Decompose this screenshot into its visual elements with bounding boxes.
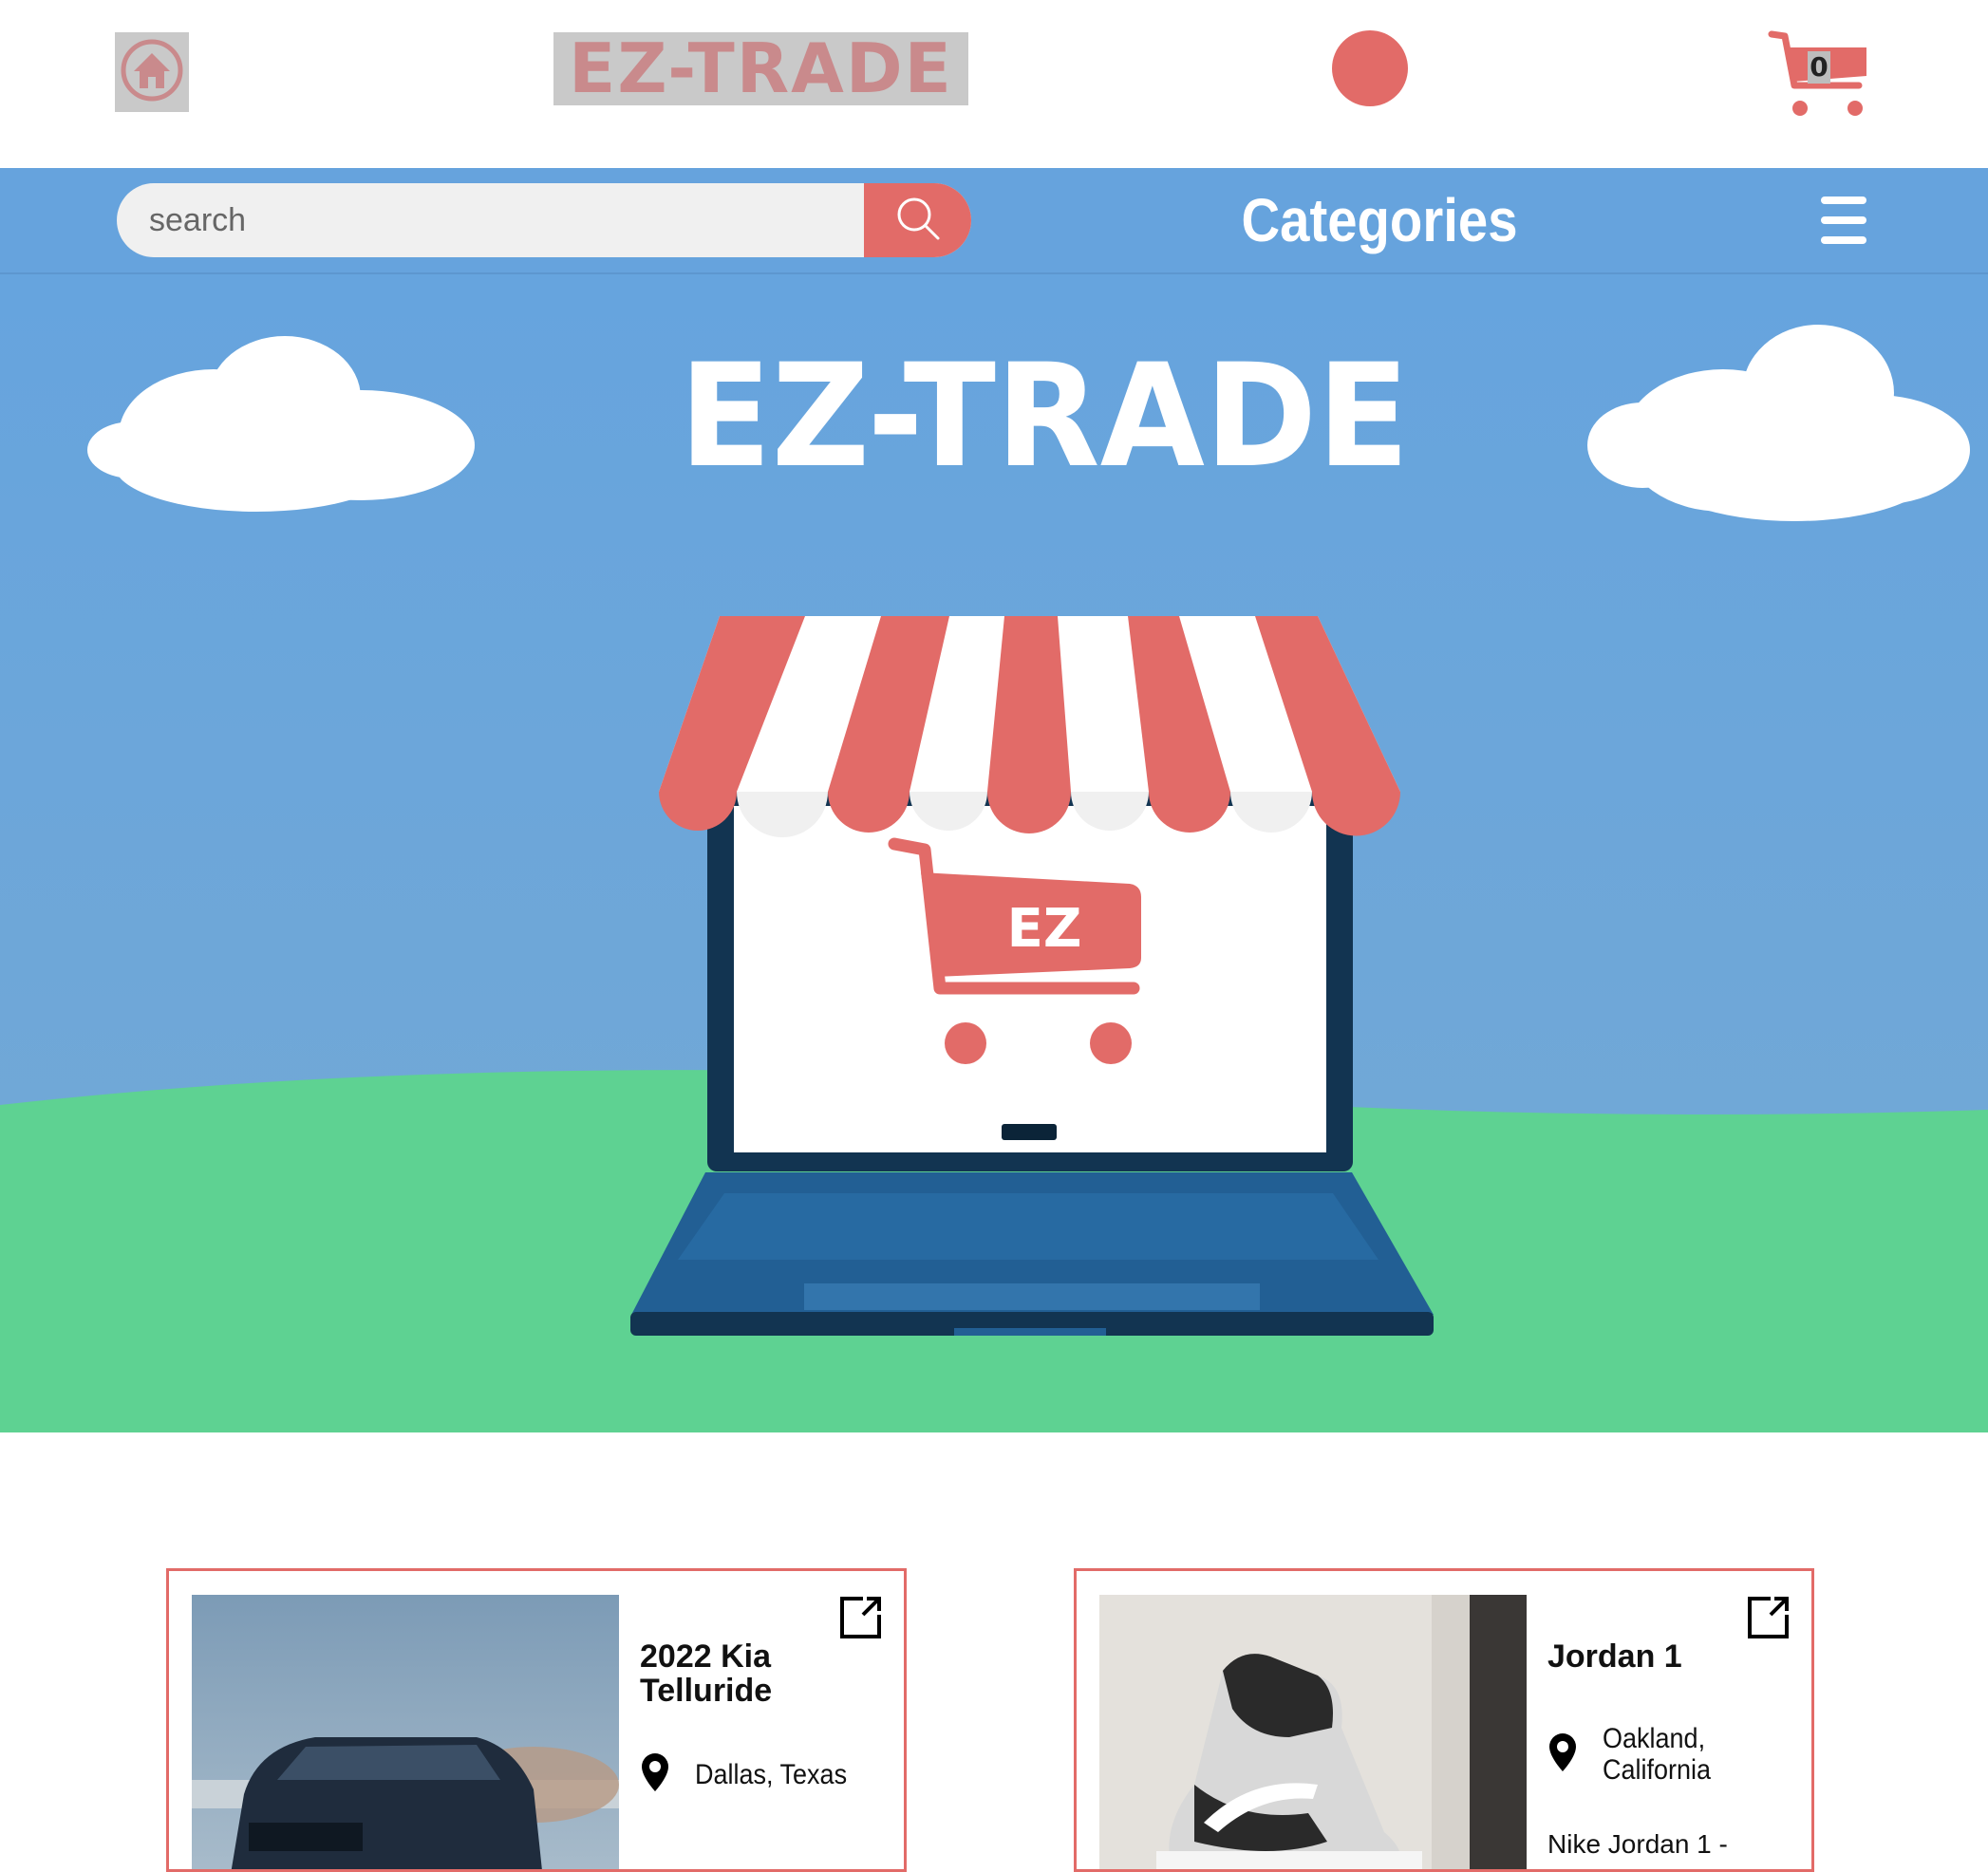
profile-avatar[interactable] [1332, 30, 1408, 106]
search-input[interactable] [117, 183, 867, 257]
categories-link[interactable]: Categories [1210, 187, 1548, 253]
hamburger-menu-icon-bar [1821, 216, 1866, 224]
hamburger-menu-icon-bar [1821, 236, 1866, 244]
hero-logo: EZ-TRADE [617, 346, 1472, 488]
open-listing-button[interactable] [1746, 1596, 1790, 1639]
listing-title[interactable]: Jordan 1 [1547, 1639, 1737, 1674]
hero-banner: EZ-TRADE EZ [0, 274, 1988, 1432]
hamburger-menu-icon [1821, 197, 1866, 204]
listing-location-text: Dallas, Texas [695, 1759, 848, 1790]
nav-bar: Categories [0, 168, 1988, 274]
open-external-icon [838, 1597, 882, 1643]
listing-location: Oakland, California [1547, 1723, 1745, 1786]
listing-image-sneaker[interactable] [1099, 1595, 1527, 1869]
listing-location-text: Oakland, California [1603, 1723, 1712, 1786]
listing-card[interactable]: 2022 Kia Telluride Dallas, Texas [166, 1568, 907, 1872]
listing-card[interactable]: Jordan 1 Oakland, California Nike Jordan… [1074, 1568, 1814, 1872]
site-logo[interactable]: EZ-TRADE [553, 32, 968, 105]
listing-location: Dallas, Texas [640, 1751, 864, 1798]
listing-title[interactable]: 2022 Kia Telluride [640, 1639, 830, 1708]
screen-cart-badge: EZ [1006, 898, 1082, 960]
hamburger-menu-button[interactable] [1821, 197, 1866, 244]
cart-button[interactable]: 0 [1768, 28, 1872, 120]
open-external-icon [1746, 1597, 1790, 1643]
site-logo-text: EZ-TRADE [569, 32, 953, 105]
open-listing-button[interactable] [838, 1596, 882, 1639]
search-button[interactable] [864, 183, 971, 257]
home-icon [121, 39, 183, 106]
cart-count-badge: 0 [1808, 51, 1830, 84]
hero-logo-text: EZ-TRADE [679, 334, 1410, 499]
top-bar: EZ-TRADE 0 [0, 0, 1988, 168]
search-icon [894, 195, 942, 247]
home-button[interactable] [115, 32, 189, 112]
map-pin-icon [1547, 1732, 1578, 1778]
listing-image-suv[interactable] [192, 1595, 619, 1869]
store-awning [659, 616, 1400, 837]
search-bar [117, 183, 971, 257]
map-pin-icon [640, 1751, 670, 1798]
listing-description: Nike Jordan 1 - [1547, 1829, 1728, 1859]
